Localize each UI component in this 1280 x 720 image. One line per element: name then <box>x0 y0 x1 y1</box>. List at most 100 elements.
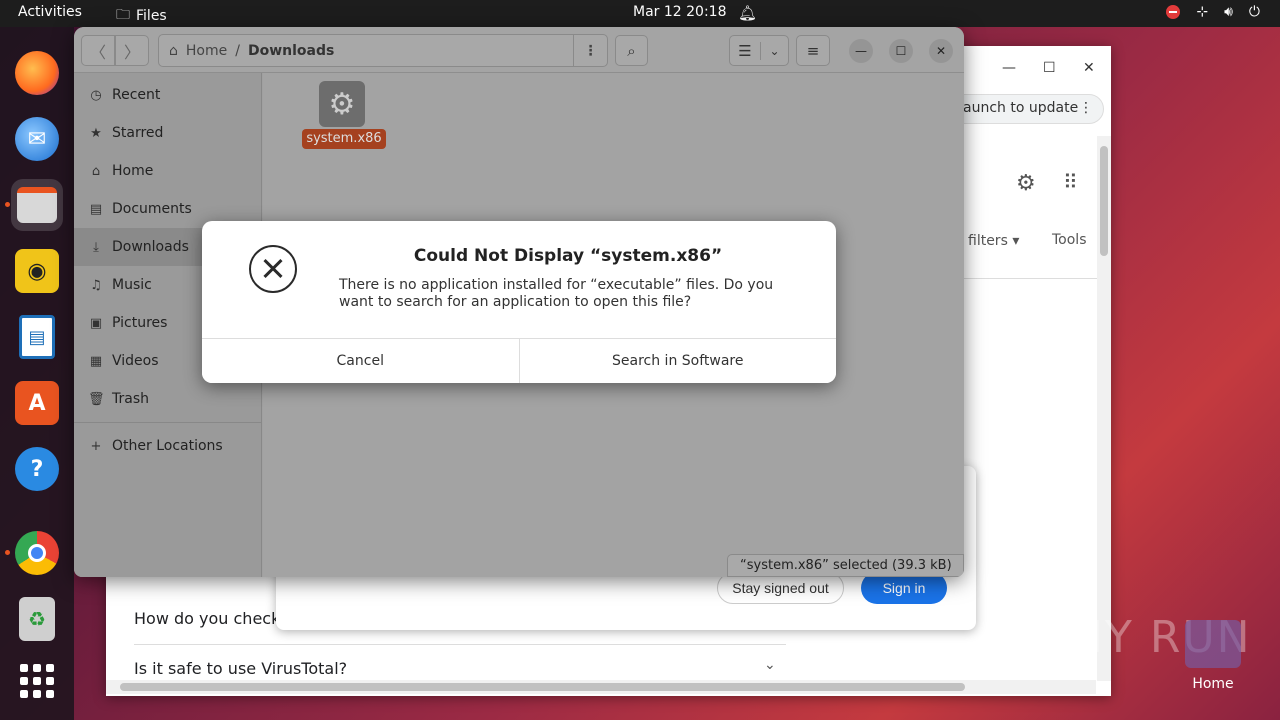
help-icon: ? <box>15 447 59 491</box>
divider <box>134 644 786 645</box>
search-button[interactable]: ⌕ <box>615 35 648 66</box>
filters-dropdown[interactable]: filters ▾ <box>968 233 1019 249</box>
dialog-title: Could Not Display “system.x86” <box>413 246 723 266</box>
dialog-message: There is no application installed for “e… <box>339 277 774 310</box>
bell-icon[interactable]: 🔔︎ <box>738 4 757 22</box>
sidebar-item-label: Trash <box>112 391 149 407</box>
sidebar-item-home[interactable]: ⌂ Home <box>74 152 262 190</box>
rhythmbox-launcher[interactable]: ◉ <box>11 245 63 297</box>
file-name-label[interactable]: system.x86 <box>302 129 386 149</box>
clock[interactable]: Mar 12 20:18 <box>633 4 726 20</box>
recycle-icon: ♻ <box>19 597 55 641</box>
faq-item[interactable]: How do you check i <box>134 609 290 628</box>
show-apps-button[interactable] <box>11 655 63 707</box>
list-view-icon[interactable]: ☰ <box>730 41 761 60</box>
files-launcher[interactable] <box>11 179 63 231</box>
running-indicator <box>5 550 10 555</box>
sidebar-item-label: Home <box>112 163 154 179</box>
stop-icon[interactable] <box>1166 5 1181 19</box>
star-icon: ★ <box>90 125 102 141</box>
power-icon: ⏻ <box>1248 4 1260 20</box>
executable-file-icon[interactable]: ⚙ <box>319 81 365 127</box>
sidebar-item-label: Starred <box>112 125 164 141</box>
sidebar-item-label: Documents <box>112 201 192 217</box>
music-icon: ♫ <box>90 277 102 293</box>
help-launcher[interactable]: ? <box>11 443 63 495</box>
chrome-icon <box>15 531 59 575</box>
view-toggle[interactable]: ☰ ⌄ <box>729 35 789 66</box>
activities-button[interactable]: Activities <box>18 4 82 20</box>
app-menu[interactable]: 🗀 Files <box>116 4 167 28</box>
folder-icon: 🗀 <box>116 7 130 23</box>
hamburger-icon: ≡ <box>806 41 820 60</box>
back-button[interactable]: 〈 <box>81 35 115 66</box>
main-menu-button[interactable]: ≡ <box>796 35 830 66</box>
more-icon: ⋮ <box>1079 100 1093 116</box>
thunderbird-launcher[interactable]: ✉ <box>11 113 63 165</box>
system-tray[interactable]: ⊹ 🔊︎ ⏻ <box>1166 4 1260 20</box>
software-launcher[interactable]: A <box>11 377 63 429</box>
sidebar-item-label: Recent <box>112 87 161 103</box>
download-icon: ⤓ <box>93 239 99 255</box>
firefox-icon <box>15 51 59 95</box>
header-bar: 〈 〉 ⌂ Home / Downloads ⋮ ⌕ ☰ ⌄ ≡ — ☐ ✕ <box>74 27 964 73</box>
sidebar-item-label: Videos <box>112 353 159 369</box>
apps-grid-icon[interactable]: ⠿ <box>1063 170 1078 194</box>
forward-button[interactable]: 〉 <box>115 35 149 66</box>
speaker-icon: ◉ <box>15 249 59 293</box>
maximize-button[interactable]: ☐ <box>889 39 913 63</box>
firefox-launcher[interactable] <box>11 47 63 99</box>
search-in-software-button[interactable]: Search in Software <box>518 339 836 383</box>
volume-icon: 🔊︎ <box>1224 4 1233 20</box>
minimize-button[interactable]: — <box>849 39 873 63</box>
chevron-down-icon[interactable]: ⌄ <box>761 44 788 58</box>
divider <box>74 422 262 423</box>
status-bar: “system.x86” selected (39.3 kB) <box>727 554 964 577</box>
error-dialog: Could Not Display “system.x86” There is … <box>202 221 836 383</box>
relaunch-label: aunch to update <box>963 100 1079 116</box>
scrollbar-thumb[interactable] <box>120 683 965 691</box>
trash-launcher[interactable]: ♻ <box>11 593 63 645</box>
chevron-down-icon[interactable]: ⌄ <box>764 657 776 673</box>
horizontal-scrollbar[interactable] <box>106 680 1096 694</box>
close-button[interactable]: ✕ <box>929 39 953 63</box>
breadcrumb-home[interactable]: Home <box>186 43 227 59</box>
document-icon: ▤ <box>89 201 103 217</box>
video-icon: ▦ <box>89 353 103 369</box>
close-icon: ✕ <box>935 44 947 58</box>
running-indicator <box>5 202 10 207</box>
close-icon[interactable]: ✕ <box>1083 60 1095 76</box>
tools-button[interactable]: Tools <box>1052 232 1087 248</box>
search-icon: ⌕ <box>627 41 636 60</box>
filters-label: filters <box>968 233 1008 249</box>
maximize-icon[interactable]: ☐ <box>1043 60 1056 76</box>
sidebar-item-other-locations[interactable]: + Other Locations <box>74 427 262 465</box>
breadcrumb-separator: / <box>235 42 240 59</box>
breadcrumb-current[interactable]: Downloads <box>248 43 334 59</box>
path-bar[interactable]: ⌂ Home / Downloads <box>158 34 608 67</box>
sidebar-item-recent[interactable]: ◷ Recent <box>74 76 262 114</box>
software-icon: A <box>15 381 59 425</box>
cancel-button[interactable]: Cancel <box>202 339 519 383</box>
settings-icon[interactable]: ⚙ <box>1016 171 1036 196</box>
scrollbar-thumb[interactable] <box>1100 146 1108 256</box>
sidebar-item-label: Other Locations <box>112 438 223 454</box>
chrome-launcher[interactable] <box>11 527 63 579</box>
writer-launcher[interactable]: ▤ <box>11 311 63 363</box>
sidebar-item-label: Music <box>112 277 152 293</box>
sidebar-item-label: Pictures <box>112 315 168 331</box>
plus-icon: + <box>90 438 102 454</box>
sidebar-item-starred[interactable]: ★ Starred <box>74 114 262 152</box>
network-icon: ⊹ <box>1196 4 1209 20</box>
minimize-icon[interactable]: — <box>1002 60 1016 76</box>
desktop-home-folder[interactable]: Home <box>1185 620 1241 692</box>
path-menu-button[interactable]: ⋮ <box>573 35 607 66</box>
chevron-left-icon: 〈 <box>89 42 106 62</box>
maximize-icon: ☐ <box>895 44 907 58</box>
files-icon <box>17 187 57 223</box>
trash-icon: 🗑︎ <box>88 391 105 407</box>
more-icon: ⋮ <box>583 42 598 59</box>
faq-item[interactable]: Is it safe to use VirusTotal? <box>134 659 347 678</box>
sidebar-item-trash[interactable]: 🗑︎ Trash <box>74 380 262 418</box>
minimize-icon: — <box>855 44 867 58</box>
